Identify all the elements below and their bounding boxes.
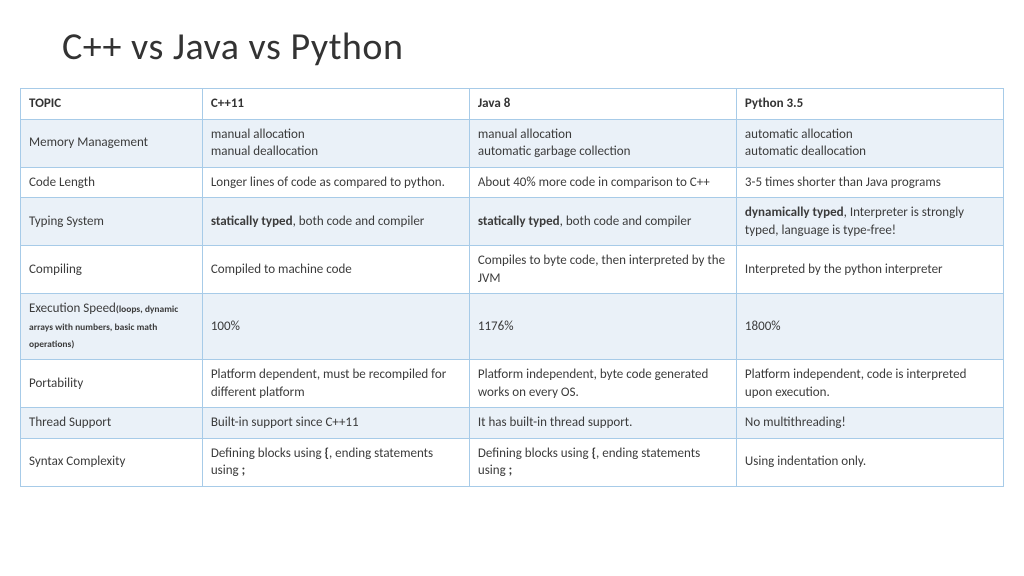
cell-line: automatic allocation xyxy=(745,127,853,142)
bold-text: statically typed xyxy=(478,214,560,229)
cell-python: Using indentation only. xyxy=(736,438,1003,486)
page-title: C++ vs Java vs Python xyxy=(62,24,1004,70)
cell-python: Platform independent, code is interprete… xyxy=(736,360,1003,408)
cell-cpp: Compiled to machine code xyxy=(202,246,469,294)
cell-cpp: manual allocation manual deallocation xyxy=(202,119,469,167)
table-row: Memory Management manual allocation manu… xyxy=(21,119,1004,167)
cell-java: Defining blocks using {, ending statemen… xyxy=(469,438,736,486)
cell-line: manual deallocation xyxy=(211,144,318,159)
cell-python: dynamically typed, Interpreter is strong… xyxy=(736,198,1003,246)
cell-text: Execution Speed xyxy=(29,301,116,316)
cell-python: automatic allocation automatic deallocat… xyxy=(736,119,1003,167)
bold-text: ; xyxy=(509,463,513,478)
cell-java: About 40% more code in comparison to C++ xyxy=(469,167,736,198)
table-row: Thread Support Built-in support since C+… xyxy=(21,408,1004,439)
cell-line: manual allocation xyxy=(211,127,305,142)
cell-topic: Portability xyxy=(21,360,203,408)
cell-java: Platform independent, byte code generate… xyxy=(469,360,736,408)
cell-cpp: Platform dependent, must be recompiled f… xyxy=(202,360,469,408)
cell-cpp: Built-in support since C++11 xyxy=(202,408,469,439)
cell-cpp: 100% xyxy=(202,294,469,360)
cell-cpp: Defining blocks using {, ending statemen… xyxy=(202,438,469,486)
cell-topic: Code Length xyxy=(21,167,203,198)
table-row: Portability Platform dependent, must be … xyxy=(21,360,1004,408)
bold-text: ; xyxy=(242,463,246,478)
cell-java: It has built-in thread support. xyxy=(469,408,736,439)
cell-line: manual allocation xyxy=(478,127,572,142)
cell-topic: Compiling xyxy=(21,246,203,294)
cell-topic: Execution Speed(loops, dynamic arrays wi… xyxy=(21,294,203,360)
bold-text: dynamically typed xyxy=(745,205,844,220)
header-topic: TOPIC xyxy=(21,89,203,120)
table-row: Execution Speed(loops, dynamic arrays wi… xyxy=(21,294,1004,360)
header-cpp: C++11 xyxy=(202,89,469,120)
cell-topic: Thread Support xyxy=(21,408,203,439)
header-java: Java 8 xyxy=(469,89,736,120)
header-python: Python 3.5 xyxy=(736,89,1003,120)
cell-topic: Syntax Complexity xyxy=(21,438,203,486)
cell-python: 3-5 times shorter than Java programs xyxy=(736,167,1003,198)
table-header-row: TOPIC C++11 Java 8 Python 3.5 xyxy=(21,89,1004,120)
cell-java: manual allocation automatic garbage coll… xyxy=(469,119,736,167)
cell-python: Interpreted by the python interpreter xyxy=(736,246,1003,294)
table-row: Typing System statically typed, both cod… xyxy=(21,198,1004,246)
table-row: Syntax Complexity Defining blocks using … xyxy=(21,438,1004,486)
cell-text: Defining blocks using xyxy=(478,446,592,461)
cell-python: No multithreading! xyxy=(736,408,1003,439)
cell-line: automatic deallocation xyxy=(745,144,866,159)
cell-java: 1176% xyxy=(469,294,736,360)
cell-topic: Memory Management xyxy=(21,119,203,167)
cell-text: , both code and compiler xyxy=(560,214,692,229)
cell-line: automatic garbage collection xyxy=(478,144,631,159)
cell-cpp: Longer lines of code as compared to pyth… xyxy=(202,167,469,198)
cell-topic: Typing System xyxy=(21,198,203,246)
cell-text: , both code and compiler xyxy=(293,214,425,229)
comparison-table: TOPIC C++11 Java 8 Python 3.5 Memory Man… xyxy=(20,88,1004,487)
bold-text: statically typed xyxy=(211,214,293,229)
cell-text: Defining blocks using xyxy=(211,446,325,461)
cell-java: statically typed, both code and compiler xyxy=(469,198,736,246)
table-row: Code Length Longer lines of code as comp… xyxy=(21,167,1004,198)
cell-cpp: statically typed, both code and compiler xyxy=(202,198,469,246)
cell-java: Compiles to byte code, then interpreted … xyxy=(469,246,736,294)
table-row: Compiling Compiled to machine code Compi… xyxy=(21,246,1004,294)
cell-python: 1800% xyxy=(736,294,1003,360)
